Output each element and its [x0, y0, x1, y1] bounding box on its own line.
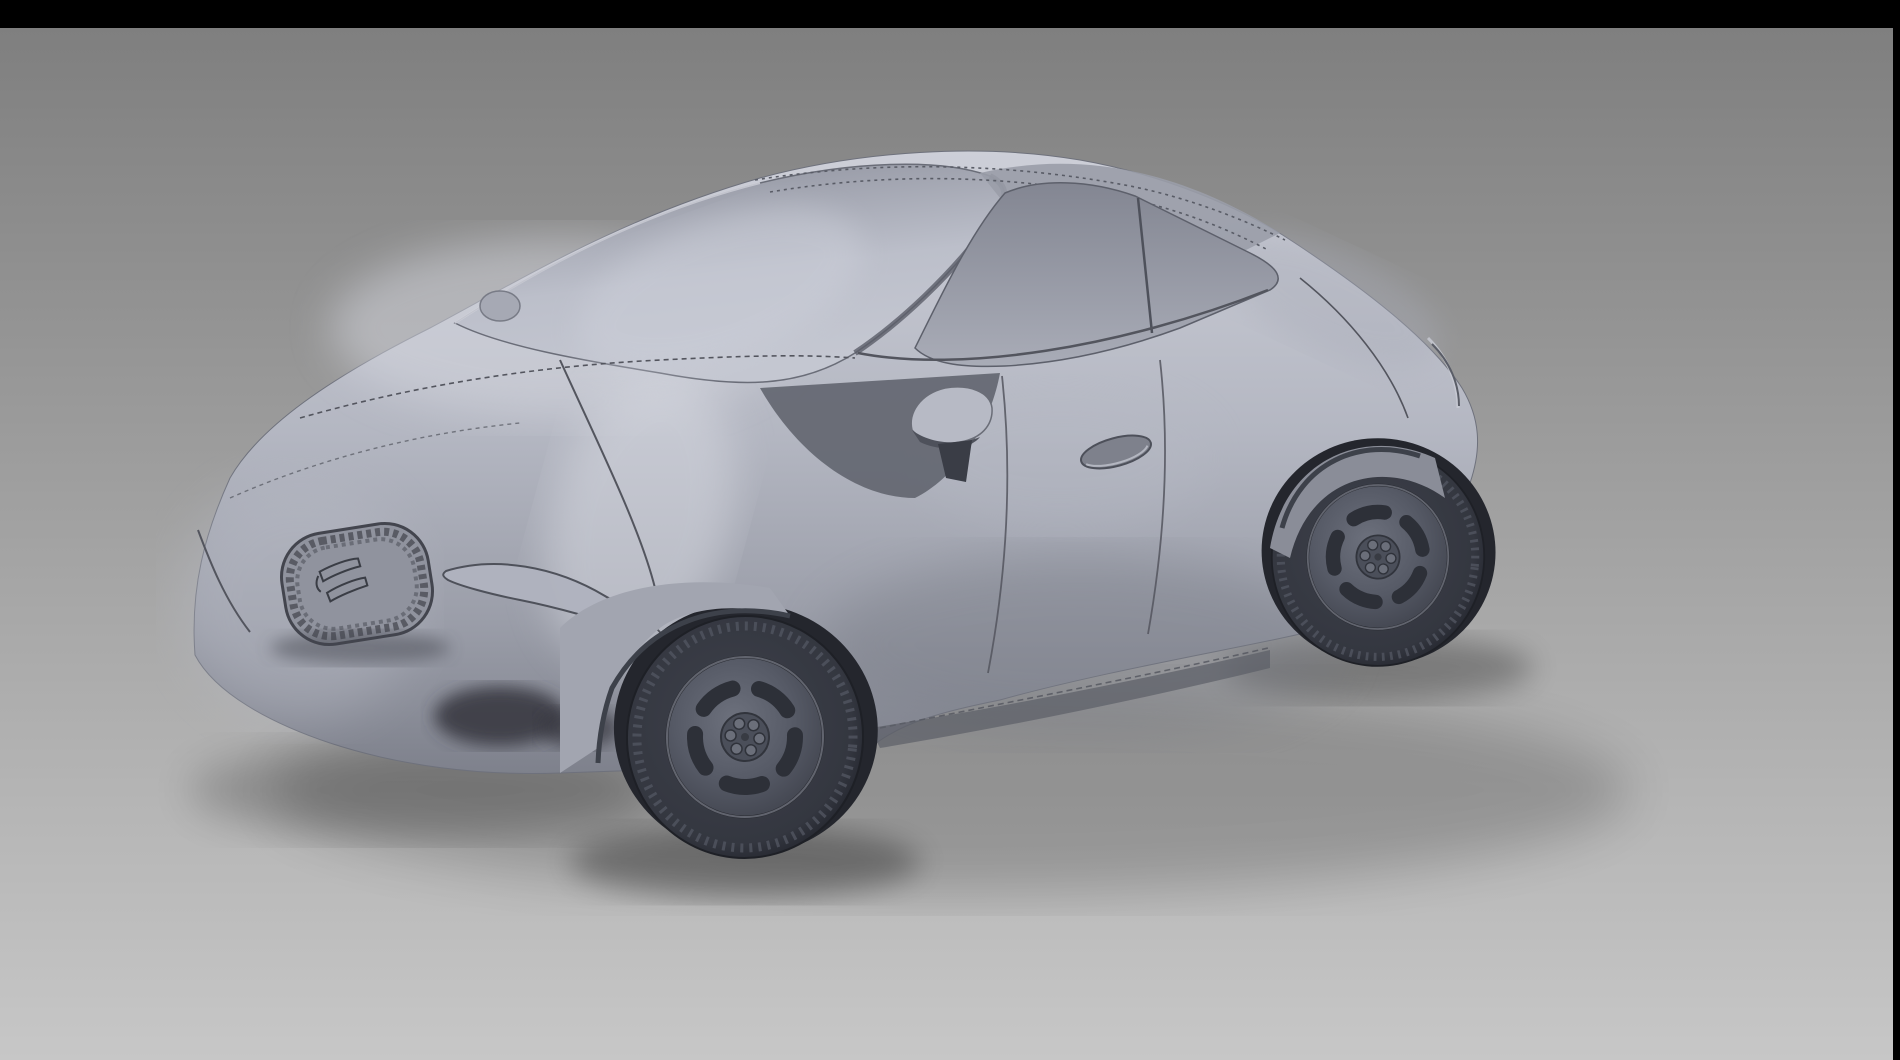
letterbox-top-bar	[0, 0, 1900, 28]
far-side-mirror	[480, 291, 520, 321]
application-window	[0, 0, 1900, 1060]
grille-under-shadow	[270, 632, 450, 664]
cad-viewport[interactable]	[0, 0, 1900, 1060]
letterbox-right-bar	[1893, 0, 1900, 1060]
